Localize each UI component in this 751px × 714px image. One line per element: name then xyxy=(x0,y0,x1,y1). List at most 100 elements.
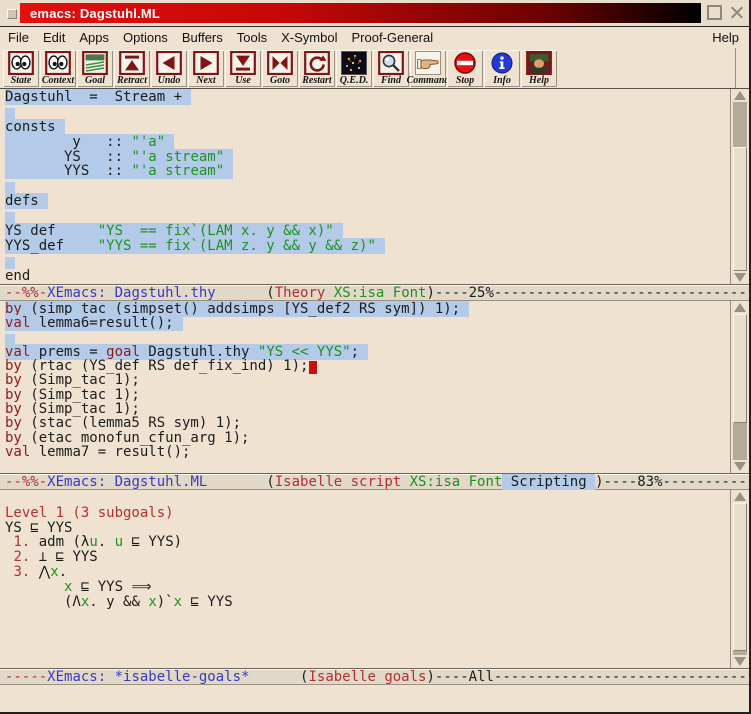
code-segment: adm (λ xyxy=(30,534,89,550)
menu-options[interactable]: Options xyxy=(123,30,168,45)
code-line xyxy=(5,209,730,224)
toolbar-button-info[interactable]: Info xyxy=(484,50,520,87)
scrollbar-track[interactable] xyxy=(733,102,747,271)
window-title: emacs: Dagstuhl.ML xyxy=(20,6,160,21)
toolbar-button-label: Info xyxy=(493,75,511,86)
scrollbar-down-icon[interactable] xyxy=(731,655,749,668)
menu-file[interactable]: File xyxy=(8,30,29,45)
scrollbar-thumb[interactable] xyxy=(733,314,747,423)
minibuffer[interactable] xyxy=(0,685,749,712)
title-bar[interactable]: emacs: Dagstuhl.ML xyxy=(20,3,701,23)
toolbar-button-stop[interactable]: Stop xyxy=(447,50,483,87)
code-line: Level 1 (3 subgoals) xyxy=(5,506,730,521)
command-hand-icon xyxy=(415,51,441,75)
next-triangle-icon xyxy=(193,51,219,75)
code-segment: u xyxy=(89,534,97,550)
menu-proof-general[interactable]: Proof-General xyxy=(351,30,433,45)
menu-bar: File Edit Apps Options Buffers Tools X-Symbol P… xyxy=(0,26,749,48)
menu-x-symbol[interactable]: X-Symbol xyxy=(281,30,337,45)
modeline-isabelle-goals[interactable]: -----XEmacs: *isabelle-goals* (Isabelle … xyxy=(0,668,749,685)
code-line: 2. ⊥ ⊑ YYS xyxy=(5,550,730,565)
toolbar-button-help[interactable]: Help xyxy=(521,50,557,87)
code-line xyxy=(5,105,730,120)
menu-tools[interactable]: Tools xyxy=(237,30,267,45)
scrollbar-goals[interactable] xyxy=(730,490,749,668)
scrollbar-up-icon[interactable] xyxy=(731,490,749,503)
code-line xyxy=(5,491,730,506)
buffer-dagstuhl-thy[interactable]: Dagstuhl = Stream +consts y :: "'a" YS :… xyxy=(0,89,730,284)
code-line: (Λx. y && x)`x ⊑ YYS xyxy=(5,595,730,610)
window-menu-icon[interactable] xyxy=(7,9,17,19)
modeline-segment: ( xyxy=(207,474,274,490)
toolbar-button-command[interactable]: Command xyxy=(410,50,446,87)
scrollbar-down-icon[interactable] xyxy=(731,271,749,284)
toolbar-button-q-e-d-[interactable]: Q.E.D. xyxy=(336,50,372,87)
code-line: val lemma6=result(); xyxy=(5,316,730,330)
code-segment: x xyxy=(50,564,58,580)
toolbar-button-label: Help xyxy=(529,75,549,86)
code-line: by (etac monofun_cfun_arg 1); xyxy=(5,431,730,445)
scrollbar-up-icon[interactable] xyxy=(731,301,749,314)
selected-text: YYS_def "YYS == fix`(LAM z. y && y && z)… xyxy=(5,238,385,254)
menu-help[interactable]: Help xyxy=(712,30,739,45)
scrollbar-thy[interactable] xyxy=(730,89,749,284)
toolbar-button-state[interactable]: State xyxy=(3,50,39,87)
scrollbar-down-icon[interactable] xyxy=(731,460,749,473)
code-line: end xyxy=(5,269,730,284)
modeline-dagstuhl-ml[interactable]: --%%-XEmacs: Dagstuhl.ML (Isabelle scrip… xyxy=(0,473,749,490)
toolbar-button-next[interactable]: Next xyxy=(188,50,224,87)
toolbar-button-label: State xyxy=(11,75,32,86)
code-line xyxy=(5,624,730,639)
toolbar-button-restart[interactable]: Restart xyxy=(299,50,335,87)
close-icon[interactable] xyxy=(729,5,744,20)
maximize-button[interactable] xyxy=(707,5,722,20)
toolbar-button-goal[interactable]: Goal xyxy=(77,50,113,87)
code-line xyxy=(5,654,730,668)
code-segment: "YS == fix`(LAM x. y && x)" xyxy=(98,223,334,239)
code-line: by (Simp_tac 1); xyxy=(5,402,730,416)
modeline-segment: ( xyxy=(249,669,308,685)
toolbar-button-label: Stop xyxy=(456,75,474,86)
code-segment: YS :: xyxy=(5,149,131,165)
toolbar-button-label: Q.E.D. xyxy=(340,75,369,86)
menu-edit[interactable]: Edit xyxy=(43,30,65,45)
buffer-isabelle-goals[interactable]: Level 1 (3 subgoals)YS ⊑ YYS 1. adm (λu.… xyxy=(0,490,730,668)
menu-apps[interactable]: Apps xyxy=(79,30,109,45)
scrollbar-thumb[interactable] xyxy=(733,147,747,271)
toolbar-button-label: Goto xyxy=(270,75,290,86)
buffer-dagstuhl-ml[interactable]: by (simp_tac (simpset() addsimps [YS_def… xyxy=(0,301,730,473)
modeline-segment: )----25%------------------------------ xyxy=(426,285,746,301)
scrollbar-thumb[interactable] xyxy=(733,503,747,651)
selected-text: YS :: "'a stream" xyxy=(5,149,233,165)
toolbar-button-find[interactable]: Find xyxy=(373,50,409,87)
scrollbar-track[interactable] xyxy=(733,314,747,460)
scrollbar-track[interactable] xyxy=(733,503,747,655)
modeline-segment: XEmacs: Dagstuhl.thy xyxy=(47,285,216,301)
code-line: by (Simp_tac 1); xyxy=(5,388,730,402)
toolbar-button-use[interactable]: Use xyxy=(225,50,261,87)
toolbar-divider xyxy=(735,48,736,88)
modeline-segment: XS:isa Font xyxy=(334,285,427,301)
code-line: 3. ⋀x. xyxy=(5,565,730,580)
modeline-segment: Scripting xyxy=(502,474,595,490)
toolbar-button-retract[interactable]: Retract xyxy=(114,50,150,87)
code-segment: 3. xyxy=(13,564,30,580)
window-controls xyxy=(707,5,744,20)
code-segment xyxy=(5,579,64,595)
toolbar-button-undo[interactable]: Undo xyxy=(151,50,187,87)
modeline-dagstuhl-thy[interactable]: --%%-XEmacs: Dagstuhl.thy (Theory XS:isa… xyxy=(0,284,749,301)
scrollbar-up-icon[interactable] xyxy=(731,89,749,102)
info-icon xyxy=(489,51,515,75)
scrollbar-ml[interactable] xyxy=(730,301,749,473)
modeline-segment: --%%- xyxy=(5,474,47,490)
menu-buffers[interactable]: Buffers xyxy=(182,30,223,45)
modeline-segment: XEmacs: *isabelle-goals* xyxy=(47,669,249,685)
code-segment: x xyxy=(148,594,156,610)
modeline-segment: ( xyxy=(216,285,275,301)
code-segment: "YYS == fix`(LAM z. y && y && z)" xyxy=(98,238,376,254)
toolbar-button-context[interactable]: Context xyxy=(40,50,76,87)
toolbar-button-goto[interactable]: Goto xyxy=(262,50,298,87)
code-line: 1. adm (λu. u ⊑ YYS) xyxy=(5,535,730,550)
code-line xyxy=(5,609,730,624)
selected-text: y :: "'a" xyxy=(5,134,174,150)
